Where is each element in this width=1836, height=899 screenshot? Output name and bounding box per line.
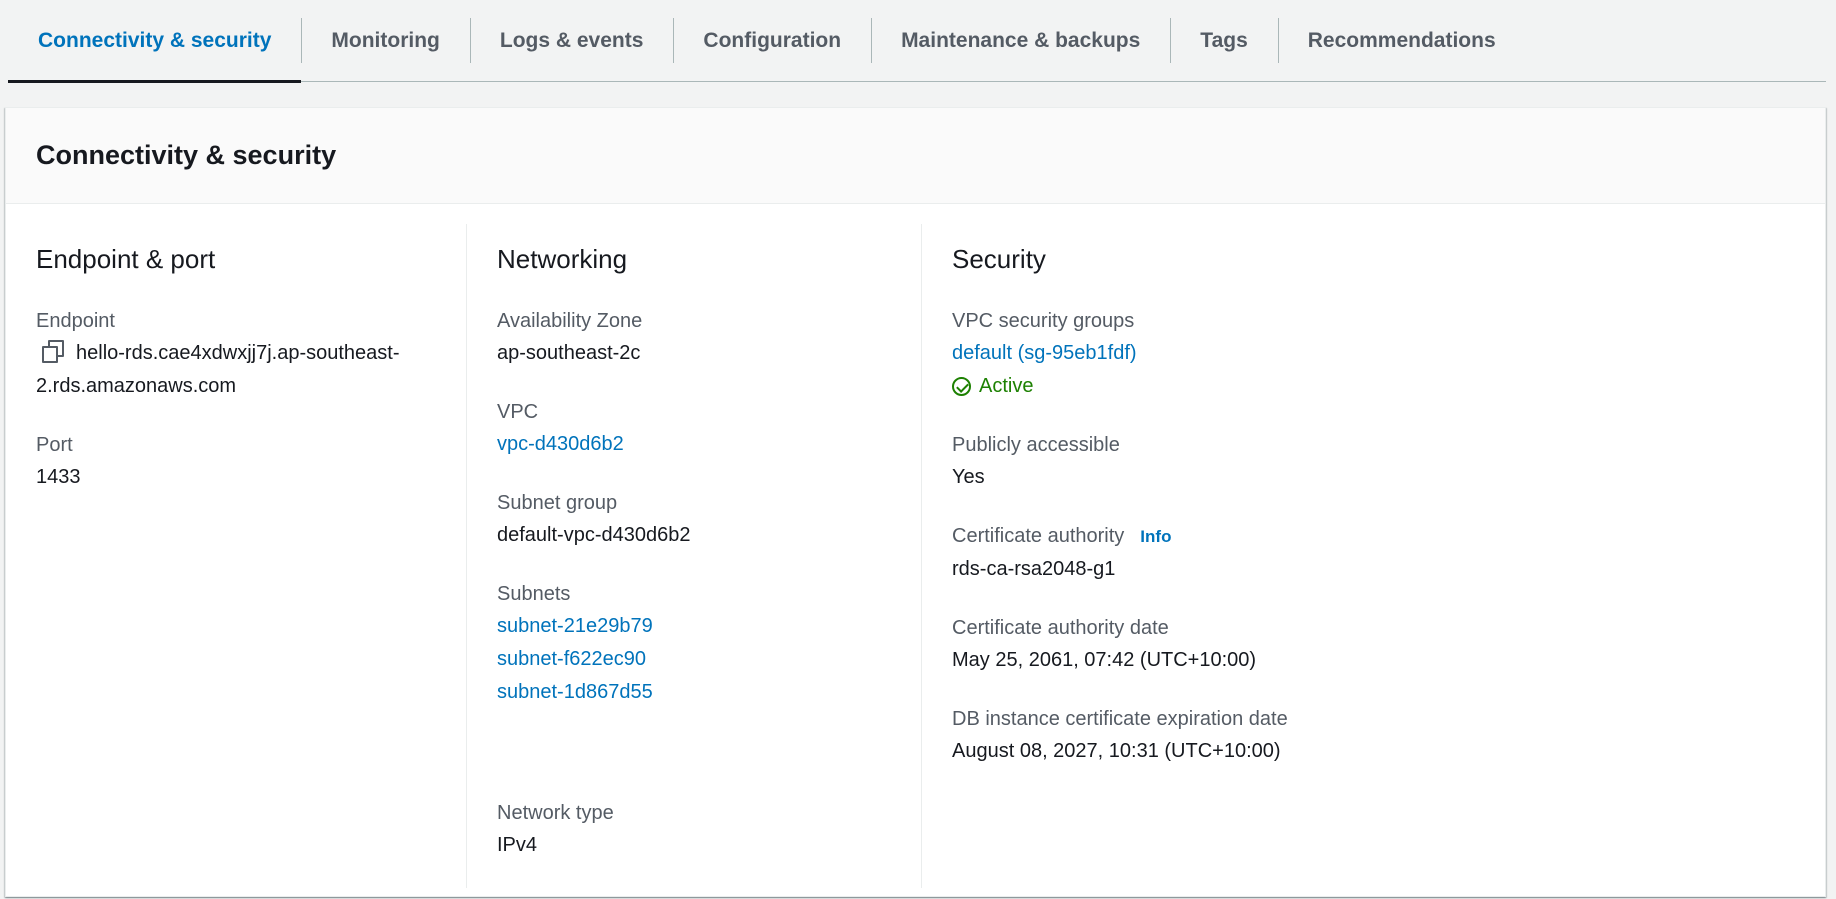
check-circle-icon xyxy=(952,377,971,397)
status-badge: Active xyxy=(952,370,1795,403)
security-groups-label: VPC security groups xyxy=(952,310,1135,333)
tab-tags[interactable]: Tags xyxy=(1170,0,1277,81)
certificate-authority-value: rds-ca-rsa2048-g1 xyxy=(952,558,1116,581)
endpoint-value: hello-rds.cae4xdwxjj7j.ap-southeast-2.rd… xyxy=(36,342,400,398)
port-field: Port 1433 xyxy=(36,429,436,494)
subnets-field: Subnets subnet-21e29b79 subnet-f622ec90 … xyxy=(497,578,891,709)
tab-recommendations[interactable]: Recommendations xyxy=(1277,0,1526,81)
security-group-link[interactable]: default (sg-95eb1fdf) xyxy=(952,337,1795,370)
port-label: Port xyxy=(36,434,73,457)
endpoint-label: Endpoint xyxy=(36,310,115,333)
vpc-link[interactable]: vpc-d430d6b2 xyxy=(497,428,891,461)
subnet-link[interactable]: subnet-1d867d55 xyxy=(497,676,891,709)
certificate-date-field: Certificate authority date May 25, 2061,… xyxy=(952,612,1795,677)
tab-connectivity-security[interactable]: Connectivity & security xyxy=(8,0,302,83)
port-value: 1433 xyxy=(36,466,81,489)
endpoint-field: Endpoint hello-rds.cae4xdwxjj7j.ap-south… xyxy=(36,305,436,403)
az-label: Availability Zone xyxy=(497,310,643,333)
subnet-link[interactable]: subnet-f622ec90 xyxy=(497,643,891,676)
panel-columns: Endpoint & port Endpoint hello-rds.cae4x… xyxy=(6,204,1825,889)
subnet-link[interactable]: subnet-21e29b79 xyxy=(497,610,891,643)
certificate-date-label: Certificate authority date xyxy=(952,617,1169,640)
endpoint-port-column: Endpoint & port Endpoint hello-rds.cae4x… xyxy=(6,224,466,888)
publicly-accessible-field: Publicly accessible Yes xyxy=(952,429,1795,494)
networking-title: Networking xyxy=(497,244,628,274)
subnet-group-field: Subnet group default-vpc-d430d6b2 xyxy=(497,487,891,552)
expiration-value: August 08, 2027, 10:31 (UTC+10:00) xyxy=(952,740,1281,763)
copy-icon[interactable] xyxy=(42,340,64,364)
certificate-authority-label-row: Certificate authority Info xyxy=(952,520,1795,553)
endpoint-port-title: Endpoint & port xyxy=(36,244,216,274)
az-field: Availability Zone ap-southeast-2c xyxy=(497,305,891,370)
network-type-label: Network type xyxy=(497,802,614,825)
networking-column: Networking Availability Zone ap-southeas… xyxy=(466,224,921,889)
network-type-field: Network type IPv4 xyxy=(497,797,891,862)
publicly-accessible-value: Yes xyxy=(952,466,985,489)
vpc-field: VPC vpc-d430d6b2 xyxy=(497,396,891,461)
info-link[interactable]: Info xyxy=(1140,527,1171,546)
certificate-date-value: May 25, 2061, 07:42 (UTC+10:00) xyxy=(952,649,1257,672)
security-title: Security xyxy=(952,244,1046,274)
endpoint-value-row: hello-rds.cae4xdwxjj7j.ap-southeast-2.rd… xyxy=(36,337,436,403)
expiration-label: DB instance certificate expiration date xyxy=(952,708,1288,731)
tab-configuration[interactable]: Configuration xyxy=(673,0,871,81)
security-column: Security VPC security groups default (sg… xyxy=(921,224,1825,889)
security-groups-field: VPC security groups default (sg-95eb1fdf… xyxy=(952,305,1795,403)
publicly-accessible-label: Publicly accessible xyxy=(952,434,1120,457)
tab-logs-events[interactable]: Logs & events xyxy=(469,0,674,81)
expiration-field: DB instance certificate expiration date … xyxy=(952,703,1795,768)
status-text: Active xyxy=(979,375,1034,398)
vpc-label: VPC xyxy=(497,401,539,424)
certificate-authority-label: Certificate authority xyxy=(952,525,1125,548)
network-type-value: IPv4 xyxy=(497,834,538,857)
subnet-group-label: Subnet group xyxy=(497,492,618,515)
az-value: ap-southeast-2c xyxy=(497,342,641,365)
tab-maintenance-backups[interactable]: Maintenance & backups xyxy=(871,0,1170,81)
subnets-label: Subnets xyxy=(497,583,571,606)
connectivity-panel: Connectivity & security Endpoint & port … xyxy=(5,107,1826,897)
panel-header: Connectivity & security xyxy=(6,108,1825,204)
tab-monitoring[interactable]: Monitoring xyxy=(301,0,469,81)
panel-title: Connectivity & security xyxy=(36,140,337,170)
subnet-group-value: default-vpc-d430d6b2 xyxy=(497,524,691,547)
tab-bar: Connectivity & security Monitoring Logs … xyxy=(8,0,1826,83)
certificate-authority-field: Certificate authority Info rds-ca-rsa2048… xyxy=(952,520,1795,586)
